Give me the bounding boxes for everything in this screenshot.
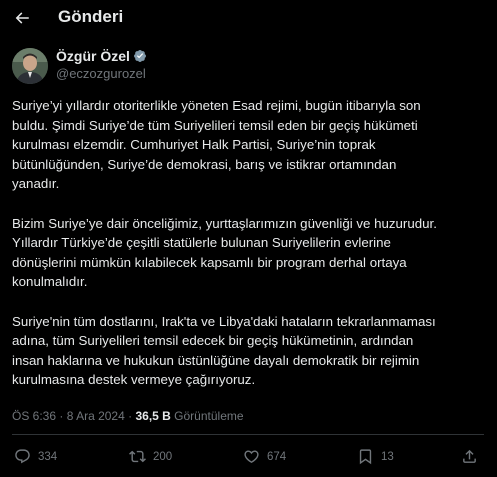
tweet-line: kurulması elzemdir. Cumhuriyet Halk Part…	[12, 137, 376, 153]
bookmark-icon	[359, 449, 372, 465]
meta-separator: ·	[59, 409, 64, 423]
avatar[interactable]	[12, 48, 48, 84]
back-button[interactable]	[10, 6, 34, 30]
meta-separator: ·	[128, 409, 133, 423]
author-name[interactable]: Özgür Özel	[56, 48, 130, 64]
bookmark-count: 13	[381, 450, 394, 463]
repost-button[interactable]: 200	[129, 448, 172, 465]
tweet-line: adına, tüm Suriyelileri temsil edecek bi…	[12, 333, 414, 349]
tweet-line: Suriye'nin tüm dostlarını, Irak'ta ve Li…	[12, 313, 436, 329]
tweet-line: buldu. Şimdi Suriye’de tüm Suriyelileri …	[12, 117, 418, 133]
profile-photo	[12, 48, 48, 84]
repost-count: 200	[153, 450, 173, 463]
view-label: Görüntüleme	[174, 409, 244, 423]
like-count: 674	[267, 450, 287, 463]
like-button[interactable]: 674	[243, 448, 286, 465]
tweet-line: Yıllardır Türkiye’de çeşitli statülerle …	[12, 235, 391, 251]
tweet-paragraph: Bizim Suriye’ye dair önceliğimiz, yurtta…	[12, 214, 488, 292]
tweet-line: dönüşlerini mümkün kılabilecek kapsamlı …	[12, 254, 407, 270]
reply-button[interactable]: 334	[14, 448, 57, 465]
tweet-paragraph: Suriye'nin tüm dostlarını, Irak'ta ve Li…	[12, 312, 488, 390]
arrow-left-icon	[15, 12, 29, 24]
tweet-line: insan haklarına ve hukukun üstünlüğüne d…	[12, 352, 420, 368]
verified-badge-icon	[133, 50, 146, 62]
share-button[interactable]	[461, 448, 483, 465]
top-bar: Gönderi	[0, 0, 497, 36]
tweet-time[interactable]: ÖS 6:36	[12, 409, 56, 423]
repost-icon	[129, 450, 146, 463]
page-title: Gönderi	[58, 7, 124, 26]
tweet-line: kurulmasına destek vermeye çağırıyoruz.	[12, 372, 256, 388]
author-handle[interactable]: @eczozgurozel	[56, 66, 146, 81]
tweet-line: Suriye’yi yıllardır otoriterlikle yönete…	[12, 98, 421, 113]
divider	[12, 434, 484, 435]
author-name-row[interactable]: Özgür Özel	[56, 48, 147, 64]
bookmark-button[interactable]: 13	[357, 448, 394, 465]
tweet-line: konulmalıdır.	[12, 274, 88, 290]
reply-count: 334	[38, 450, 58, 463]
tweet-text: Suriye’yi yıllardır otoriterlikle yönete…	[12, 96, 488, 410]
tweet-line: bütünlüğünden, Suriye’de demokrasi, barı…	[12, 156, 397, 172]
tweet-meta: ÖS 6:36 · 8 Ara 2024 · 36,5 B Görüntülem…	[12, 409, 244, 423]
tweet-date[interactable]: 8 Ara 2024	[67, 409, 125, 423]
tweet-paragraph: Suriye’yi yıllardır otoriterlikle yönete…	[12, 96, 488, 194]
tweet-line: yanadır.	[12, 176, 60, 192]
share-icon	[463, 449, 476, 463]
view-count: 36,5 B	[135, 409, 171, 423]
heart-icon	[244, 450, 259, 463]
action-bar: 334 200 674 13	[0, 448, 497, 470]
reply-icon	[15, 449, 30, 464]
tweet-line: Bizim Suriye’ye dair önceliğimiz, yurtta…	[12, 215, 437, 231]
